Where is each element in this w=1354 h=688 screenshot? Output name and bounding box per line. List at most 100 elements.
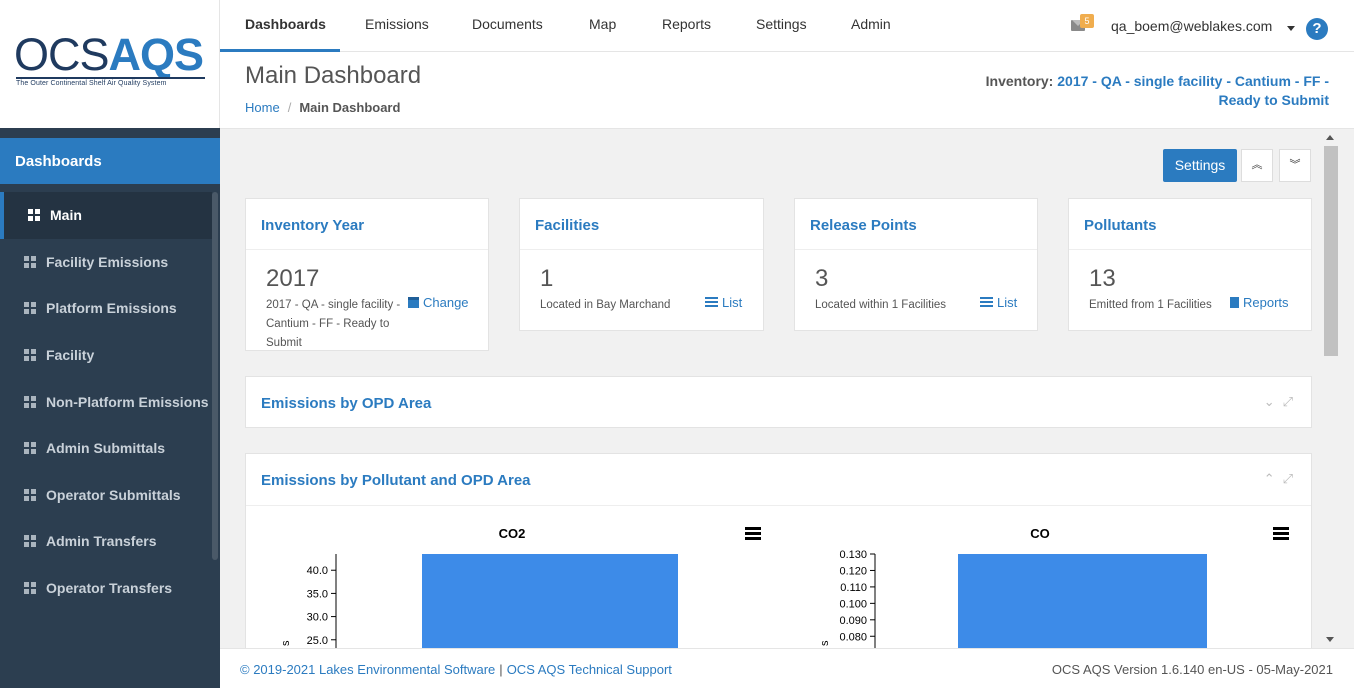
scroll-up-icon[interactable] <box>1326 135 1334 140</box>
breadcrumb: Home / Main Dashboard <box>245 100 400 115</box>
grid-icon <box>24 255 36 268</box>
tab-emissions[interactable]: Emissions <box>365 0 429 52</box>
inventory-value[interactable]: 2017 - QA - single facility - Cantium - … <box>1057 73 1329 108</box>
document-icon <box>1230 297 1239 308</box>
sidebar: OCSAQS The Outer Continental Shelf Air Q… <box>0 0 220 688</box>
grid-icon <box>24 488 36 501</box>
copyright-link[interactable]: © 2019-2021 Lakes Environmental Software <box>240 662 495 677</box>
tab-map[interactable]: Map <box>589 0 616 52</box>
inventory-label: Inventory: <box>985 73 1054 89</box>
chart-menu-icon[interactable] <box>745 527 761 540</box>
settings-button[interactable]: Settings <box>1163 149 1237 182</box>
app-root: OCSAQS The Outer Continental Shelf Air Q… <box>0 0 1354 688</box>
list-icon <box>705 297 718 307</box>
tab-dashboards[interactable]: Dashboards <box>220 0 340 52</box>
panel-emissions-by-opd: Emissions by OPD Area ⌄ ⤢ <box>245 376 1312 428</box>
chevron-up-icon[interactable]: ⌃ <box>1264 471 1275 486</box>
y-tick-label: 35.0 <box>307 588 328 600</box>
tab-settings[interactable]: Settings <box>756 0 807 52</box>
card-inventory-year: Inventory Year 2017 2017 - QA - single f… <box>245 198 489 351</box>
logo[interactable]: OCSAQS The Outer Continental Shelf Air Q… <box>0 0 220 128</box>
version-text: OCS AQS Version 1.6.140 en-US - 05-May-2… <box>1051 662 1333 677</box>
card-subtitle: Located in Bay Marchand <box>540 299 671 311</box>
card-title: Pollutants <box>1069 199 1311 250</box>
scroll-down-icon[interactable] <box>1326 637 1334 642</box>
main-scrollbar[interactable] <box>1323 129 1340 648</box>
grid-icon <box>24 442 36 455</box>
expand-icon[interactable]: ⤢ <box>1283 471 1293 486</box>
sidebar-item-label: Admin Submittals <box>46 440 166 457</box>
chart-title: CO <box>1030 526 1050 541</box>
expand-all-button[interactable]: ︾ <box>1279 149 1311 182</box>
footer: © 2019-2021 Lakes Environmental Software… <box>220 648 1354 688</box>
y-tick-label: 0.100 <box>839 598 867 610</box>
caret-down-icon[interactable] <box>1287 26 1295 31</box>
chart-menu-icon[interactable] <box>1273 527 1289 540</box>
card-title: Facilities <box>520 199 763 250</box>
expand-icon[interactable]: ⤢ <box>1283 394 1293 409</box>
panel-emissions-by-pollutant: Emissions by Pollutant and OPD Area ⌃ ⤢ C… <box>245 453 1312 648</box>
y-axis-label: s <box>280 640 292 646</box>
chart-title: CO2 <box>499 526 526 541</box>
sidebar-item-operator-transfers[interactable]: Operator Transfers <box>0 565 212 612</box>
panel-title[interactable]: Emissions by OPD Area <box>246 377 1311 428</box>
footer-divider: | <box>499 662 503 677</box>
footer-links: © 2019-2021 Lakes Environmental Software… <box>240 662 672 677</box>
breadcrumb-home[interactable]: Home <box>245 100 280 115</box>
sidebar-item-non-platform-emissions[interactable]: Non-Platform Emissions <box>0 378 212 425</box>
card-subtitle: Located within 1 Facilities <box>815 299 947 311</box>
sidebar-item-facility-emissions[interactable]: Facility Emissions <box>0 239 212 286</box>
panel-tools: ⌄ ⤢ <box>1256 394 1293 410</box>
pollutants-reports-link[interactable]: Reports <box>1230 295 1289 310</box>
grid-icon <box>28 209 40 222</box>
sidebar-item-label: Facility Emissions <box>46 253 169 270</box>
sidebar-item-label: Facility <box>46 347 95 364</box>
y-tick-label: 0.120 <box>839 565 867 577</box>
sidebar-item-facility[interactable]: Facility <box>0 332 212 379</box>
sidebar-item-label: Operator Transfers <box>46 580 173 597</box>
chevron-down-icon[interactable]: ⌄ <box>1264 394 1275 409</box>
card-subtitle: 2017 - QA - single facility - Cantium - … <box>266 299 401 349</box>
help-icon[interactable]: ? <box>1306 18 1328 40</box>
change-link[interactable]: Change <box>408 295 469 310</box>
sidebar-item-admin-transfers[interactable]: Admin Transfers <box>0 518 212 565</box>
sidebar-item-admin-submittals[interactable]: Admin Submittals <box>0 425 212 472</box>
scroll-thumb[interactable] <box>1324 146 1338 356</box>
y-axis-label: s <box>819 640 831 646</box>
sidebar-item-label: Operator Submittals <box>46 486 181 503</box>
calendar-icon <box>408 297 419 308</box>
support-link[interactable]: OCS AQS Technical Support <box>507 662 672 677</box>
breadcrumb-current: Main Dashboard <box>299 100 401 115</box>
sidebar-header[interactable]: Dashboards <box>0 138 220 184</box>
card-value: 13 <box>1089 265 1116 292</box>
sidebar-item-operator-submittals[interactable]: Operator Submittals <box>0 472 212 519</box>
card-title: Release Points <box>795 199 1037 250</box>
card-link-label: List <box>997 295 1018 310</box>
breadcrumb-separator: / <box>287 100 292 115</box>
sidebar-item-main[interactable]: Main <box>0 192 212 239</box>
bar <box>958 554 1207 648</box>
sidebar-scrollbar[interactable] <box>212 192 218 560</box>
y-tick-label: 40.0 <box>307 565 328 577</box>
tab-documents[interactable]: Documents <box>472 0 543 52</box>
logo-ocs: OCS <box>14 29 110 80</box>
tab-reports[interactable]: Reports <box>662 0 711 52</box>
chart-area: CO2 40.0 35.0 30.0 25.0 s CO 0.130 0.120 0.110 0.1… <box>246 505 1311 648</box>
release-points-list-link[interactable]: List <box>980 295 1017 310</box>
sidebar-item-platform-emissions[interactable]: Platform Emissions <box>0 285 212 332</box>
y-tick-label: 0.080 <box>839 631 867 643</box>
card-release-points: Release Points 3 Located within 1 Facili… <box>794 198 1038 331</box>
sidebar-item-label: Main <box>50 207 82 224</box>
card-link-label: List <box>722 295 743 310</box>
sidebar-item-label: Non-Platform Emissions <box>46 393 209 410</box>
tab-admin[interactable]: Admin <box>851 0 891 52</box>
facilities-list-link[interactable]: List <box>705 295 742 310</box>
sidebar-item-label: Platform Emissions <box>46 300 177 317</box>
logo-wordmark: OCSAQS <box>14 29 204 80</box>
card-pollutants: Pollutants 13 Emitted from 1 Facilities … <box>1068 198 1312 331</box>
grid-icon <box>24 302 36 315</box>
collapse-all-button[interactable]: ︽ <box>1241 149 1273 182</box>
panel-title[interactable]: Emissions by Pollutant and OPD Area <box>246 454 1311 505</box>
card-value: 1 <box>540 265 554 292</box>
user-menu[interactable]: qa_boem@weblakes.com <box>1111 18 1272 34</box>
